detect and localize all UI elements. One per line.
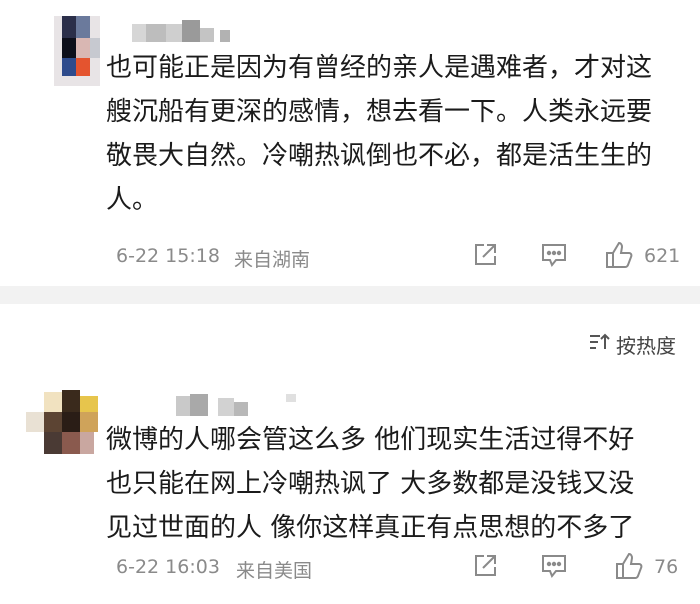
comment-1-date: 6-22 15:18 [116, 245, 220, 267]
comment-1-line-4: 人。 [106, 185, 159, 215]
sort-by-hot-button[interactable]: 按热度 [588, 330, 676, 359]
comment-2-line-2: 也只能在网上冷嘲热讽了 大多数都是没钱又没 [106, 469, 635, 499]
comment-1-like-count: 621 [644, 245, 681, 267]
comment-2-like-count: 76 [654, 556, 679, 578]
comment-1-line-1: 也可能正是因为有曾经的亲人是遇难者，才对这 [106, 53, 653, 83]
section-divider [0, 286, 700, 304]
sort-icon [588, 332, 616, 357]
comment-2-date: 6-22 16:03 [116, 556, 220, 578]
comment-2-location: 来自美国 [236, 560, 313, 582]
comment-icon[interactable] [540, 242, 568, 268]
share-icon[interactable] [472, 242, 498, 268]
comment-icon-2[interactable] [540, 553, 568, 579]
sort-label: 按热度 [616, 334, 676, 358]
comment-1-location: 来自湖南 [234, 249, 311, 271]
like-icon[interactable] [604, 240, 634, 270]
comment-2-line-1: 微博的人哪会管这么多 他们现实生活过得不好 [106, 425, 635, 455]
share-icon-2[interactable] [472, 553, 498, 579]
avatar-2[interactable] [22, 390, 102, 466]
comment-1-line-2: 艘沉船有更深的感情，想去看一下。人类永远要 [106, 97, 653, 127]
comment-2-line-3: 见过世面的人 像你这样真正有点思想的不多了 [106, 513, 635, 543]
comment-1-line-3: 敬畏大自然。冷嘲热讽倒也不必，都是活生生的 [106, 141, 653, 171]
avatar-1[interactable] [54, 16, 100, 86]
like-icon-2[interactable] [614, 551, 644, 581]
